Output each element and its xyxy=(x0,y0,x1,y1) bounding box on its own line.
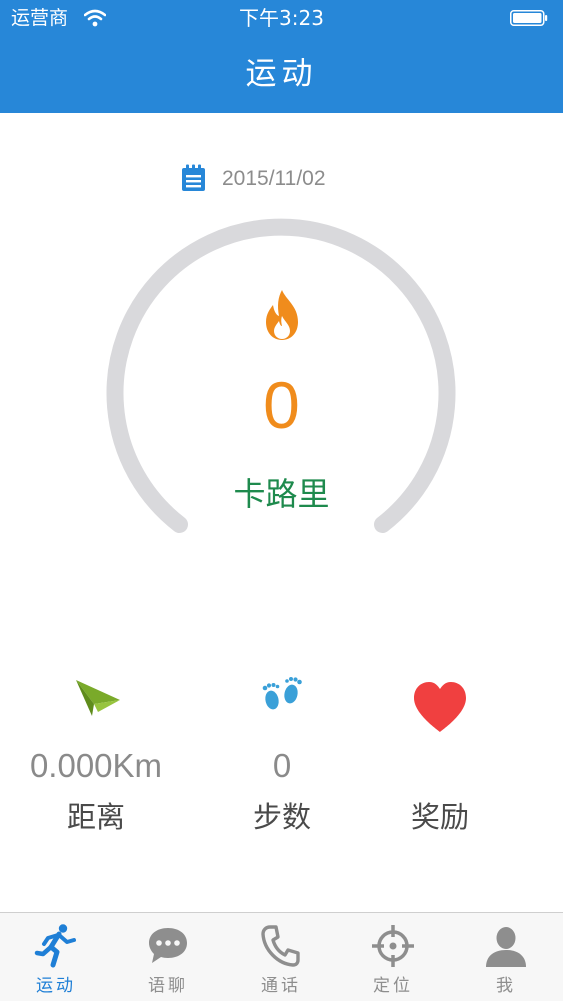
tab-location-label: 定位 xyxy=(373,976,413,996)
reward-label: 奖励 xyxy=(410,800,469,834)
page-title: 运动 xyxy=(245,56,318,92)
paper-plane-icon xyxy=(76,680,120,716)
tab-location[interactable]: 定位 xyxy=(337,913,449,1001)
phone-icon xyxy=(261,925,300,967)
status-time: 下午3:23 xyxy=(239,6,324,30)
stat-distance: 0.000Km 距离 xyxy=(6,672,186,842)
calorie-value: 0 xyxy=(263,368,300,442)
calorie-unit: 卡路里 xyxy=(233,475,330,513)
tab-me[interactable]: 我 xyxy=(450,913,562,1001)
distance-label: 距离 xyxy=(66,800,125,834)
flame-icon xyxy=(266,290,298,340)
top-bar: 运营商 下午3:23 运动 xyxy=(0,0,563,113)
distance-value: 0.000Km xyxy=(29,747,163,784)
footprints-icon xyxy=(262,677,302,710)
stat-reward: 奖励 xyxy=(350,672,530,842)
date-label: 2015/11/02 xyxy=(222,167,326,190)
tab-bar: 运动 语聊 通话 定位 我 xyxy=(0,912,563,1001)
tab-me-label: 我 xyxy=(496,976,516,996)
tab-sport-label: 运动 xyxy=(36,976,76,996)
tab-sport[interactable]: 运动 xyxy=(0,913,112,1001)
steps-label: 步数 xyxy=(252,800,311,834)
tab-chat[interactable]: 语聊 xyxy=(112,913,224,1001)
tab-chat-label: 语聊 xyxy=(148,976,188,996)
status-bar: 运营商 下午3:23 xyxy=(0,0,563,38)
stat-steps: 0 步数 xyxy=(192,672,372,842)
calendar-icon xyxy=(182,164,205,191)
battery-icon xyxy=(510,10,548,26)
person-icon xyxy=(486,927,526,967)
tab-call[interactable]: 通话 xyxy=(225,913,337,1001)
steps-value: 0 xyxy=(272,747,292,784)
heart-icon xyxy=(414,682,466,732)
tab-call-label: 通话 xyxy=(261,976,301,996)
crosshair-icon xyxy=(372,925,414,967)
running-icon xyxy=(34,924,76,968)
chat-bubble-icon xyxy=(149,928,187,963)
